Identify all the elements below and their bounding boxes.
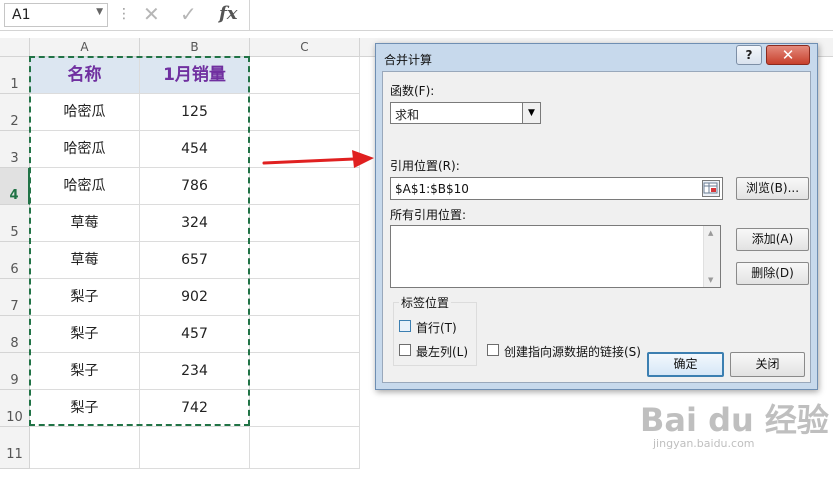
cell-b11[interactable]: [140, 427, 250, 469]
close-dialog-button[interactable]: 关闭: [730, 352, 805, 377]
row-header-3[interactable]: 3: [0, 131, 30, 168]
table-row-cell-name[interactable]: 梨子: [30, 316, 140, 353]
table-row-cell-sales[interactable]: 786: [140, 168, 250, 205]
table-row-cell-sales[interactable]: 234: [140, 353, 250, 390]
baidu-watermark: Bai du 经验: [640, 401, 829, 439]
cell-b1[interactable]: 1月销量: [140, 57, 250, 94]
dialog-body: 函数(F): 求和 ▼ 引用位置(R): $A$1:$B$10 浏览(B)...…: [382, 71, 811, 383]
function-select[interactable]: 求和 ▼: [390, 102, 541, 124]
cell-c[interactable]: [250, 205, 360, 242]
column-header-b[interactable]: B: [140, 38, 250, 57]
table-row-cell-name[interactable]: 哈密瓜: [30, 94, 140, 131]
reference-value: $A$1:$B$10: [395, 182, 469, 196]
formula-divider: [249, 0, 250, 30]
list-scrollbar[interactable]: ▲ ▼: [703, 226, 720, 287]
function-label: 函数(F):: [390, 84, 435, 98]
table-row-cell-sales[interactable]: 657: [140, 242, 250, 279]
link-source-checkbox[interactable]: [487, 344, 499, 356]
first-row-label[interactable]: 首行(T): [416, 319, 457, 336]
label-position-title: 标签位置: [399, 294, 452, 311]
cell-c[interactable]: [250, 242, 360, 279]
table-row-cell-name[interactable]: 哈密瓜: [30, 131, 140, 168]
scroll-down-icon[interactable]: ▼: [708, 276, 713, 284]
help-button[interactable]: ?: [736, 45, 762, 65]
enter-icon[interactable]: ✓: [180, 2, 197, 26]
red-arrow-annotation: [262, 150, 374, 168]
table-row-cell-sales[interactable]: 457: [140, 316, 250, 353]
cell-a11[interactable]: [30, 427, 140, 469]
browse-button[interactable]: 浏览(B)...: [736, 177, 809, 200]
name-box-value: A1: [12, 7, 31, 23]
function-value: 求和: [395, 108, 420, 122]
chevron-down-icon[interactable]: ▼: [522, 103, 540, 123]
close-button[interactable]: ✕: [766, 45, 810, 65]
link-source-label[interactable]: 创建指向源数据的链接(S): [504, 343, 641, 360]
row-header-10[interactable]: 10: [0, 390, 30, 427]
column-header-a[interactable]: A: [30, 38, 140, 57]
table-row-cell-sales[interactable]: 902: [140, 279, 250, 316]
ok-button[interactable]: 确定: [647, 352, 724, 377]
chevron-down-icon[interactable]: ▼: [96, 7, 103, 17]
scroll-up-icon[interactable]: ▲: [708, 229, 713, 237]
reference-label: 引用位置(R):: [390, 159, 460, 173]
table-row-cell-name[interactable]: 草莓: [30, 242, 140, 279]
all-references-list[interactable]: ▲ ▼: [390, 225, 721, 288]
row-header-8[interactable]: 8: [0, 316, 30, 353]
cell-c1[interactable]: [250, 57, 360, 94]
reference-input[interactable]: $A$1:$B$10: [390, 177, 723, 200]
cell-c[interactable]: [250, 316, 360, 353]
formula-bar: A1 ▼ ⋮ ✕ ✓ fx: [0, 0, 833, 31]
table-row-cell-name[interactable]: 哈密瓜: [30, 168, 140, 205]
table-row-cell-name[interactable]: 梨子: [30, 390, 140, 427]
row-header-11[interactable]: 11: [0, 427, 30, 469]
table-row-cell-sales[interactable]: 742: [140, 390, 250, 427]
cell-c[interactable]: [250, 94, 360, 131]
left-column-checkbox[interactable]: [399, 344, 411, 356]
row-header-7[interactable]: 7: [0, 279, 30, 316]
cell-c[interactable]: [250, 390, 360, 427]
all-references-label: 所有引用位置:: [390, 208, 467, 222]
table-row-cell-sales[interactable]: 125: [140, 94, 250, 131]
consolidate-dialog: 合并计算 ? ✕ 函数(F): 求和 ▼ 引用位置(R): $A$1:$B$10…: [375, 43, 818, 390]
table-row-cell-name[interactable]: 草莓: [30, 205, 140, 242]
add-button[interactable]: 添加(A): [736, 228, 809, 251]
cancel-icon[interactable]: ✕: [143, 2, 160, 26]
table-row-cell-name[interactable]: 梨子: [30, 279, 140, 316]
row-header-6[interactable]: 6: [0, 242, 30, 279]
table-row-cell-name[interactable]: 梨子: [30, 353, 140, 390]
first-row-checkbox[interactable]: [399, 320, 411, 332]
cell-c[interactable]: [250, 279, 360, 316]
table-row-cell-sales[interactable]: 454: [140, 131, 250, 168]
row-header-5[interactable]: 5: [0, 205, 30, 242]
cell-c[interactable]: [250, 353, 360, 390]
table-row-cell-sales[interactable]: 324: [140, 205, 250, 242]
more-icon: ⋮: [117, 6, 131, 22]
cell-a1[interactable]: 名称: [30, 57, 140, 94]
baidu-watermark-url: jingyan.baidu.com: [653, 437, 755, 450]
delete-button[interactable]: 删除(D): [736, 262, 809, 285]
left-column-label[interactable]: 最左列(L): [416, 343, 468, 360]
name-box[interactable]: A1 ▼: [4, 3, 108, 27]
cell-c11[interactable]: [250, 427, 360, 469]
range-picker-icon[interactable]: [702, 180, 720, 197]
select-all-corner[interactable]: [0, 38, 30, 57]
row-header-2[interactable]: 2: [0, 94, 30, 131]
dialog-title: 合并计算: [384, 53, 433, 67]
column-header-c[interactable]: C: [250, 38, 360, 57]
row-header-1[interactable]: 1: [0, 57, 30, 94]
insert-function-icon[interactable]: fx: [219, 3, 237, 24]
row-header-9[interactable]: 9: [0, 353, 30, 390]
row-header-4[interactable]: 4: [0, 168, 30, 205]
